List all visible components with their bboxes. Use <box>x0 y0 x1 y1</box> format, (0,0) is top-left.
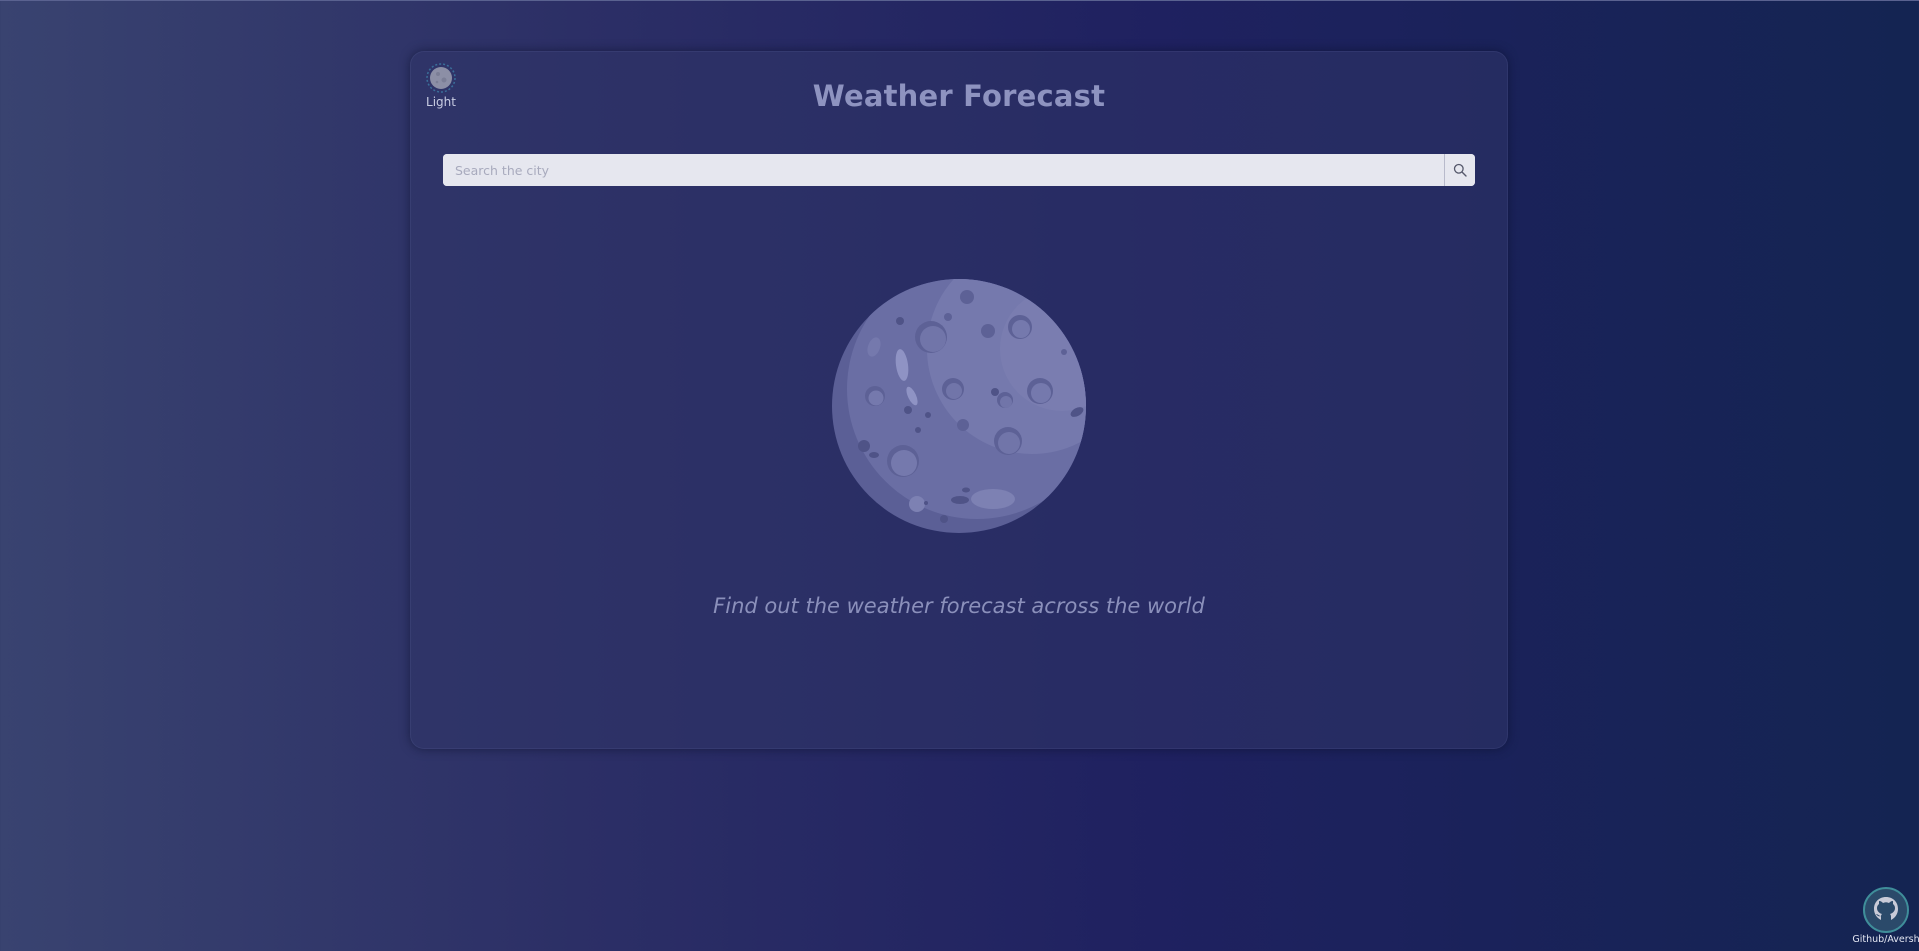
search-button[interactable] <box>1444 154 1475 186</box>
moon-illustration <box>832 279 1086 533</box>
page-title: Weather Forecast <box>812 79 1106 113</box>
github-icon <box>1874 897 1898 920</box>
top-border <box>0 0 1919 1</box>
hero-tagline: Find out the weather forecast across the… <box>713 594 1205 618</box>
github-link[interactable]: Github/Aversh <box>1852 887 1919 945</box>
github-label: Github/Aversh <box>1852 934 1919 945</box>
github-avatar <box>1863 887 1909 933</box>
search-bar <box>443 154 1475 186</box>
search-icon <box>1453 163 1467 177</box>
weather-card: Light Weather Forecast Search the city F… <box>410 51 1508 749</box>
search-input[interactable] <box>443 154 1444 186</box>
